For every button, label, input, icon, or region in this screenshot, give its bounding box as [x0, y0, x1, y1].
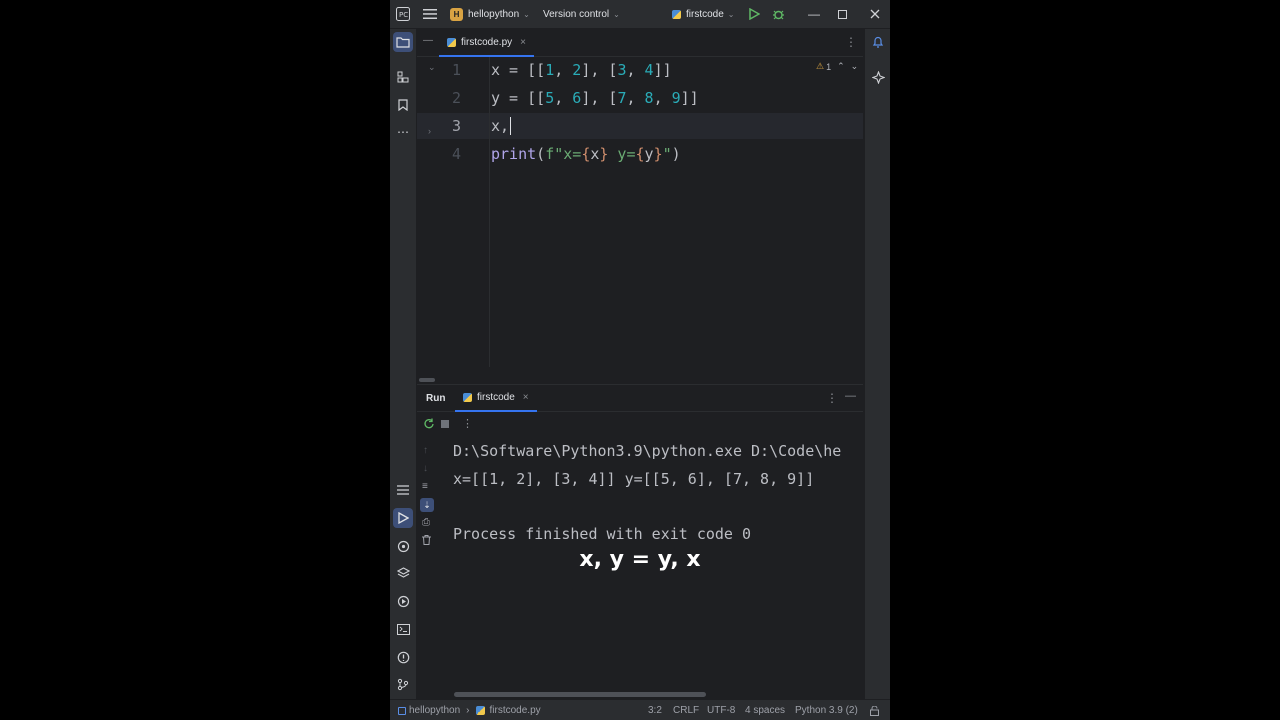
chevron-down-icon: ⌄ [523, 9, 530, 19]
line-ending[interactable]: CRLF [673, 700, 699, 720]
left-tool-stripe: ⋯ [390, 29, 417, 699]
svg-text:PC: PC [399, 11, 408, 19]
line-number: 4 [452, 145, 462, 163]
console-scrollbar[interactable] [454, 692, 706, 697]
breadcrumb[interactable]: hellopython › firstcode.py [398, 700, 541, 720]
code-line-2: y = [[5, 6], [7, 8, 9]] [491, 89, 699, 107]
arrow-down-icon[interactable]: ↓ [423, 463, 428, 474]
terminal-icon[interactable] [393, 619, 413, 639]
project-selector[interactable]: H hellopython ⌄ [450, 0, 530, 28]
code-line-3: x, [491, 117, 512, 135]
close-tab-icon[interactable]: × [523, 392, 529, 403]
run-config-selector[interactable]: firstcode ⌄ [672, 0, 735, 28]
line-number: 3 [452, 117, 462, 135]
vcs-label: Version control [543, 8, 610, 20]
soft-wrap-icon[interactable]: ≡ [422, 481, 428, 492]
console-output-line: x=[[1, 2], [3, 4]] y=[[5, 6], [7, 8, 9]] [453, 470, 815, 488]
python-file-icon [475, 706, 485, 715]
close-tab-icon[interactable]: × [520, 37, 526, 48]
editor-scrollbar[interactable] [419, 378, 435, 382]
chevron-down-icon[interactable]: ⌄ [851, 61, 859, 72]
editor-tab-bar: firstcode.py × — ⋮ [417, 29, 863, 57]
console-output-line: D:\Software\Python3.9\python.exe D:\Code… [453, 442, 842, 460]
bookmark-icon[interactable] [393, 95, 413, 115]
console-output-line: Process finished with exit code 0 [453, 525, 752, 543]
lock-icon[interactable] [870, 700, 879, 720]
tab-firstcode[interactable]: firstcode × [455, 385, 537, 412]
notifications-icon[interactable] [868, 32, 888, 52]
scroll-to-end-icon[interactable]: ⇣ [420, 498, 434, 512]
close-icon[interactable] [870, 0, 880, 28]
run-toolbar: ⋮ [417, 412, 863, 436]
chevron-down-icon: ⌄ [613, 9, 620, 19]
line-number: 1 [452, 61, 462, 79]
minimize-icon[interactable]: — [808, 0, 820, 28]
line-number: 2 [452, 89, 462, 107]
ai-assistant-icon[interactable] [868, 67, 888, 87]
indent-setting[interactable]: 4 spaces [745, 700, 785, 720]
module-icon [398, 706, 406, 715]
more-tools-icon[interactable]: ⋯ [393, 122, 413, 142]
chevron-up-icon[interactable]: ⌃ [837, 61, 845, 72]
python-file-icon [463, 393, 472, 402]
title-bar: PC H hellopython ⌄ Version control ⌄ fir… [390, 0, 890, 29]
hide-panel-icon[interactable]: — [845, 390, 856, 402]
tab-options-icon[interactable]: ⋮ [845, 35, 857, 49]
print-icon[interactable]: ⎙ [422, 517, 430, 528]
git-icon[interactable] [393, 674, 413, 694]
folder-icon[interactable] [393, 32, 413, 52]
arrow-up-icon[interactable]: ↑ [423, 445, 428, 456]
inspection-widget[interactable]: ⚠ 1 ⌃ ⌄ [816, 61, 858, 72]
video-caption: x, y = y, x [579, 547, 701, 572]
breadcrumb-separator: › [466, 705, 470, 716]
warning-count: 1 [826, 61, 832, 72]
right-tool-stripe [864, 29, 890, 699]
services-icon[interactable] [393, 591, 413, 611]
python-interpreter[interactable]: Python 3.9 (2) [795, 700, 858, 720]
chevron-down-icon: ⌄ [727, 9, 735, 19]
vcs-selector[interactable]: Version control ⌄ [543, 0, 620, 28]
services-list-icon[interactable] [393, 480, 413, 500]
maximize-icon[interactable] [838, 0, 847, 28]
run-panel-title: Run [426, 393, 446, 404]
breadcrumb-file: firstcode.py [489, 705, 541, 716]
ide-window: PC H hellopython ⌄ Version control ⌄ fir… [390, 0, 890, 720]
code-line-1: x = [[1, 2], [3, 4]] [491, 61, 672, 79]
run-config-name: firstcode [686, 8, 724, 20]
file-encoding[interactable]: UTF-8 [707, 700, 735, 720]
problems-icon[interactable] [393, 647, 413, 667]
code-line-4: print(f"x={x} y={y}") [491, 145, 681, 163]
project-name: hellopython [468, 8, 520, 20]
breadcrumb-project: hellopython [409, 705, 461, 716]
rerun-icon[interactable] [423, 418, 434, 432]
run-tool-icon[interactable] [393, 508, 413, 528]
hamburger-menu-icon[interactable] [423, 0, 437, 28]
stop-icon[interactable] [441, 420, 449, 428]
run-header: Run firstcode × ⋮ — [417, 385, 863, 412]
collapse-icon[interactable]: — [423, 35, 433, 46]
python-file-icon [447, 37, 456, 47]
structure-icon[interactable] [393, 67, 413, 87]
caret-position[interactable]: 3:2 [648, 700, 662, 720]
tab-firstcode-py[interactable]: firstcode.py × [439, 29, 534, 57]
tab-label: firstcode.py [461, 36, 513, 48]
run-options-icon[interactable]: ⋮ [826, 391, 838, 405]
debug-icon[interactable] [772, 0, 785, 28]
project-badge: H [450, 7, 463, 21]
python-file-icon [672, 9, 681, 19]
app-logo-icon[interactable]: PC [396, 0, 410, 28]
warning-icon: ⚠ [816, 61, 825, 71]
more-actions-icon[interactable]: ⋮ [462, 417, 473, 430]
run-icon[interactable] [749, 0, 760, 28]
status-bar: hellopython › firstcode.py 3:2 CRLF UTF-… [390, 699, 890, 720]
run-tab-label: firstcode [477, 392, 515, 403]
